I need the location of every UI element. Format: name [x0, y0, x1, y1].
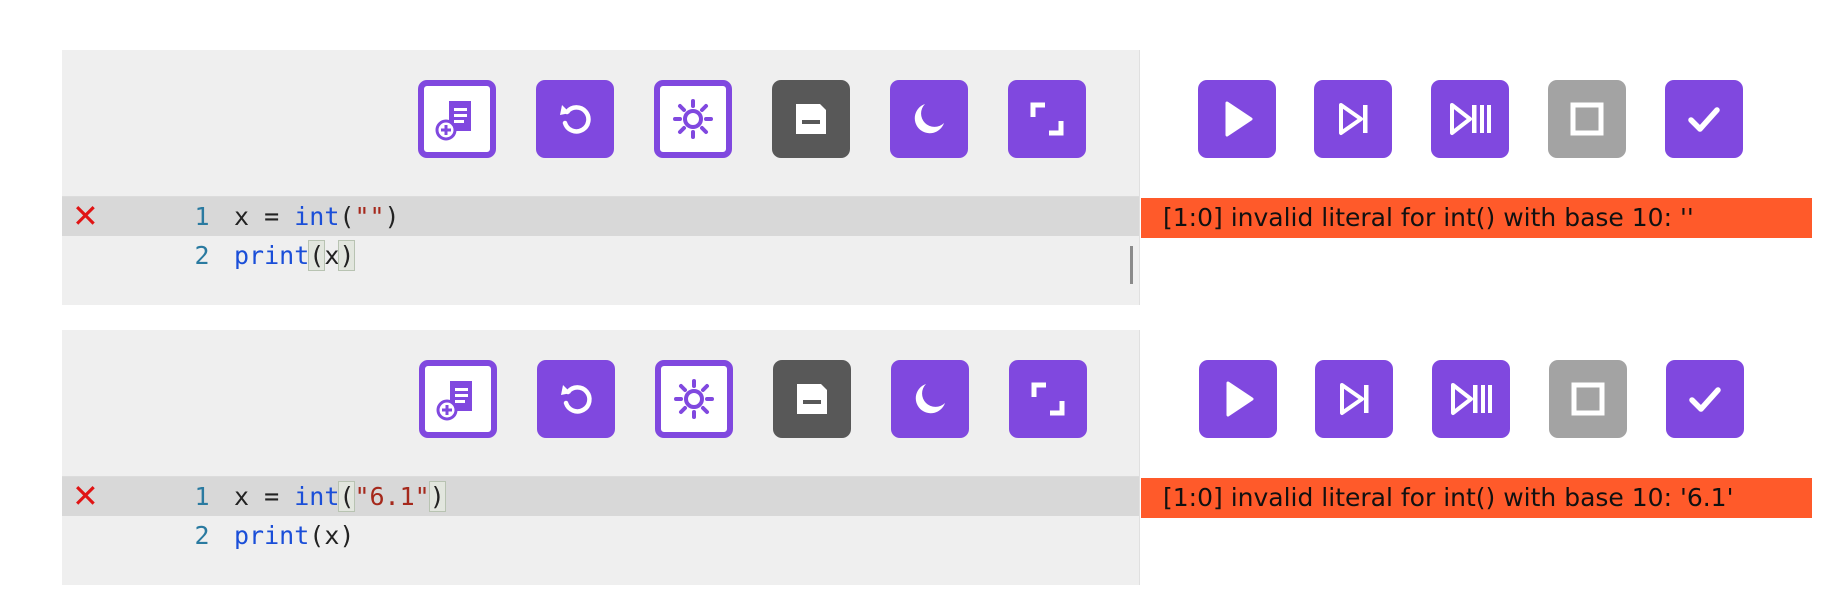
error-marker: ✕ — [72, 477, 99, 515]
step-pause-icon — [1451, 383, 1492, 415]
save-button[interactable] — [772, 80, 850, 158]
sun-icon — [673, 99, 713, 139]
stop-square-icon — [1571, 382, 1605, 416]
error-message: [1:0] invalid literal for int() with bas… — [1141, 198, 1812, 238]
code-panel-1: ✕ 1 x = int("") 2 print(x) [1:0] invalid… — [62, 50, 1812, 305]
editor-scrollbar[interactable] — [1130, 246, 1133, 284]
code-line-1[interactable]: ✕ 1 x = int("") — [62, 197, 1139, 236]
line-code: x = int("") — [234, 202, 400, 231]
line-code: x = int("6.1") — [234, 481, 446, 512]
line-number: 2 — [194, 521, 210, 550]
stop-square-icon — [1570, 102, 1604, 136]
line-number: 2 — [194, 241, 210, 270]
rotate-left-icon — [560, 105, 591, 134]
document-plus-icon — [436, 381, 472, 421]
error-marker: ✕ — [72, 197, 99, 235]
theme-button[interactable] — [655, 360, 733, 438]
step-pause-button[interactable] — [1431, 80, 1509, 158]
code-line-2[interactable]: 2 print(x) — [62, 236, 1139, 275]
step-button[interactable] — [1314, 80, 1392, 158]
check-button[interactable] — [1666, 360, 1744, 438]
dark-mode-button[interactable] — [891, 360, 969, 438]
moon-icon — [915, 384, 945, 414]
step-pause-icon — [1450, 103, 1491, 135]
run-button[interactable] — [1199, 360, 1277, 438]
error-message: [1:0] invalid literal for int() with bas… — [1141, 478, 1812, 518]
code-editor: ✕ 1 x = int("6.1") 2 print(x) — [62, 330, 1140, 585]
expand-icon — [1030, 102, 1064, 136]
dark-mode-button[interactable] — [890, 80, 968, 158]
fullscreen-button[interactable] — [1008, 80, 1086, 158]
code-line-1[interactable]: ✕ 1 x = int("6.1") — [62, 477, 1139, 516]
sun-icon — [674, 379, 714, 419]
play-icon — [1226, 381, 1254, 417]
code-line-2[interactable]: 2 print(x) — [62, 516, 1139, 555]
floppy-disk-icon — [796, 104, 826, 134]
checkmark-icon — [1689, 387, 1721, 412]
rotate-left-icon — [561, 385, 592, 414]
save-button[interactable] — [773, 360, 851, 438]
fullscreen-button[interactable] — [1009, 360, 1087, 438]
reset-button[interactable] — [536, 80, 614, 158]
expand-icon — [1031, 382, 1065, 416]
run-button[interactable] — [1198, 80, 1276, 158]
floppy-disk-icon — [797, 384, 827, 414]
document-plus-icon — [435, 101, 471, 141]
reset-button[interactable] — [537, 360, 615, 438]
code-lines[interactable]: ✕ 1 x = int("") 2 print(x) — [62, 196, 1139, 275]
line-number: 1 — [194, 482, 210, 511]
code-panel-2: ✕ 1 x = int("6.1") 2 print(x) [1:0] inva… — [62, 330, 1812, 585]
line-code: print(x) — [234, 240, 356, 271]
moon-icon — [914, 104, 944, 134]
check-button[interactable] — [1665, 80, 1743, 158]
line-number: 1 — [194, 202, 210, 231]
stop-button[interactable] — [1549, 360, 1627, 438]
step-forward-icon — [1340, 383, 1369, 415]
stop-button[interactable] — [1548, 80, 1626, 158]
play-icon — [1225, 101, 1253, 137]
code-lines[interactable]: ✕ 1 x = int("6.1") 2 print(x) — [62, 476, 1139, 555]
line-code: print(x) — [234, 521, 355, 550]
new-file-button[interactable] — [418, 80, 496, 158]
new-file-button[interactable] — [419, 360, 497, 438]
code-editor: ✕ 1 x = int("") 2 print(x) — [62, 50, 1140, 305]
theme-button[interactable] — [654, 80, 732, 158]
step-forward-icon — [1339, 103, 1368, 135]
step-pause-button[interactable] — [1432, 360, 1510, 438]
checkmark-icon — [1688, 107, 1720, 132]
step-button[interactable] — [1315, 360, 1393, 438]
